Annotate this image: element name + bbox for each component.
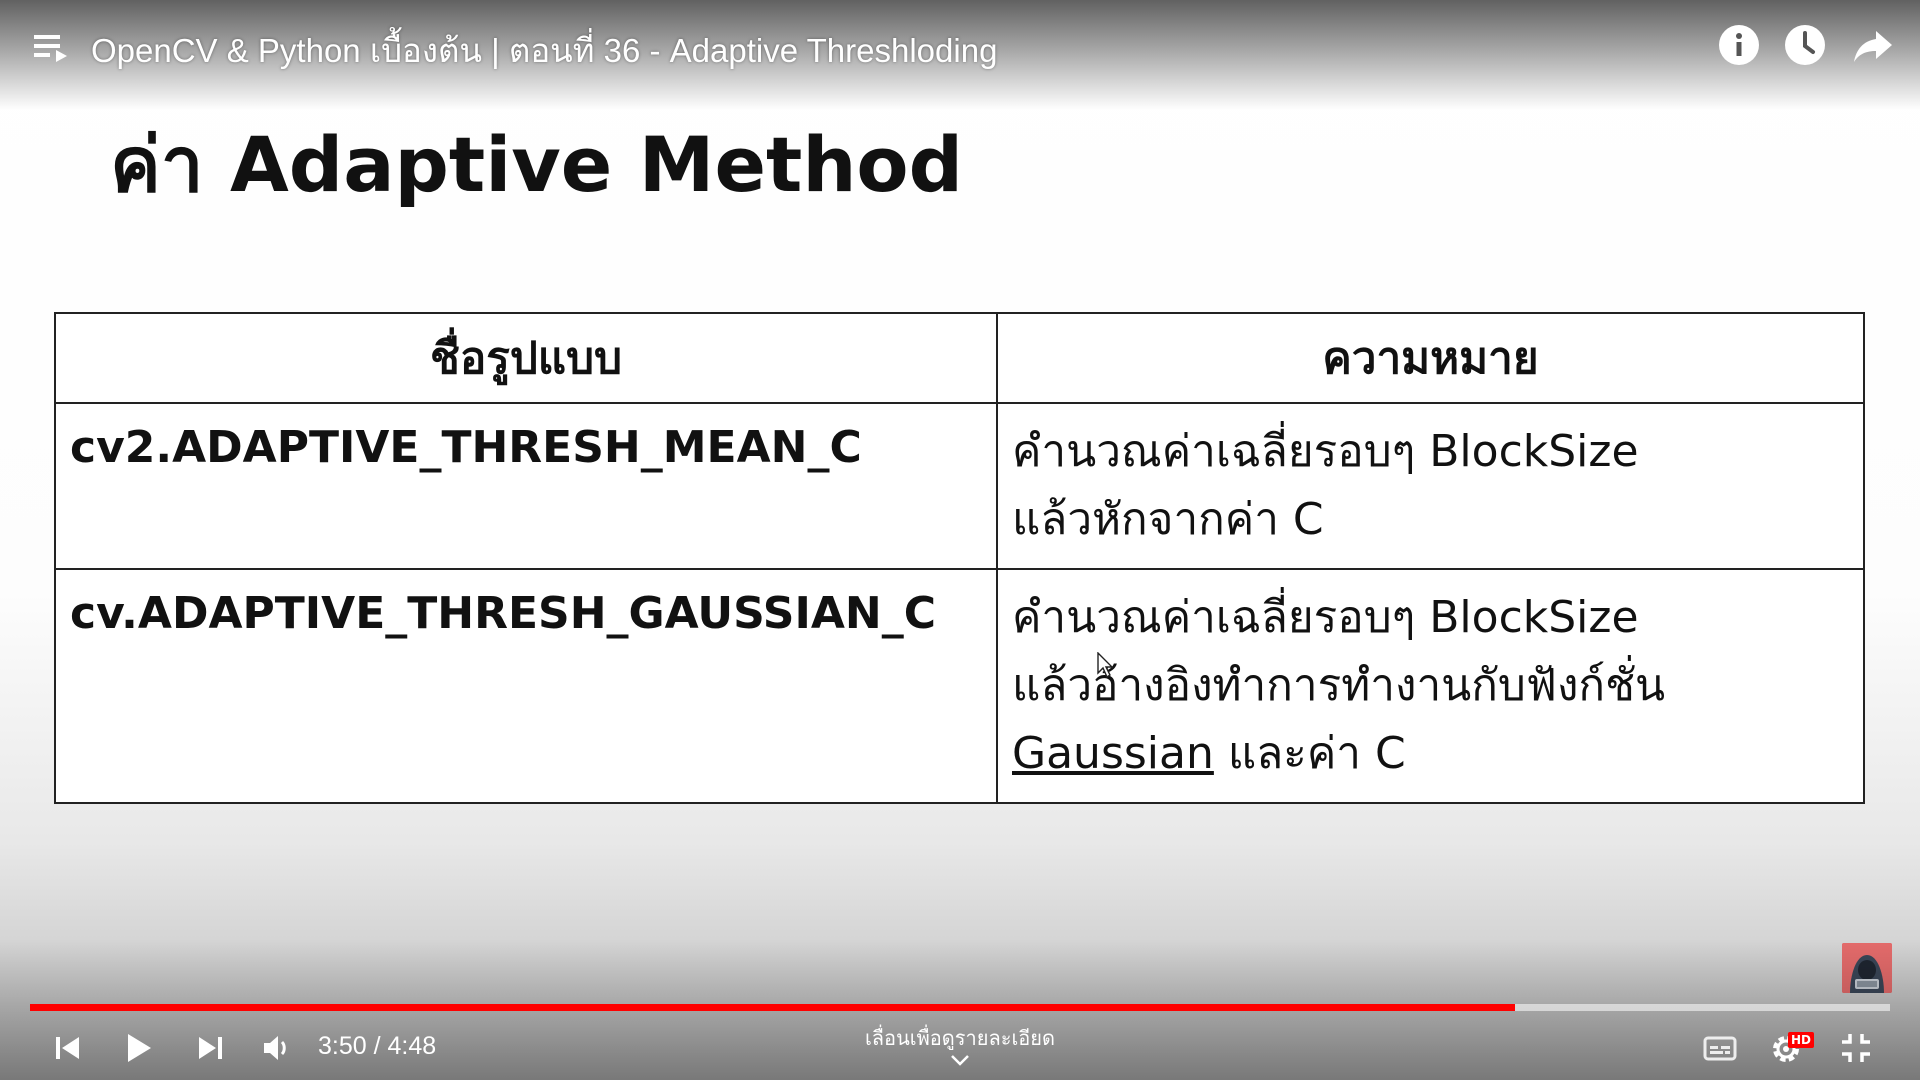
table-row: cv.ADAPTIVE_THRESH_GAUSSIAN_C คำนวณค่าเฉ… xyxy=(54,568,1865,804)
meaning-tail: และค่า C xyxy=(1213,728,1406,779)
progress-bar[interactable] xyxy=(30,1004,1890,1011)
method-meaning-cell: คำนวณค่าเฉลี่ยรอบๆ BlockSize แล้วอ้างอิง… xyxy=(996,568,1865,804)
next-icon[interactable] xyxy=(190,1028,230,1068)
meaning-line: Gaussian และค่า C xyxy=(1012,720,1849,788)
column-header-name: ชื่อรูปแบบ xyxy=(54,312,998,404)
video-player[interactable]: OpenCV & Python เบื้องต้น | ตอนที่ 36 - … xyxy=(0,0,1920,1080)
meaning-line: แล้วอ้างอิงทำการทำงานกับฟังก์ชั่น xyxy=(1012,660,1666,711)
playlist-icon[interactable] xyxy=(34,33,70,63)
column-header-meaning: ความหมาย xyxy=(996,312,1865,404)
mouse-cursor-icon xyxy=(1097,652,1114,678)
scroll-hint[interactable]: เลื่อนเพื่อดูรายละเอียด xyxy=(760,1022,1160,1054)
method-name-cell: cv2.ADAPTIVE_THRESH_MEAN_C xyxy=(54,402,998,570)
watch-later-icon[interactable] xyxy=(1782,22,1828,68)
play-icon[interactable] xyxy=(118,1028,158,1068)
hd-badge: HD xyxy=(1788,1032,1815,1048)
info-icon[interactable] xyxy=(1716,22,1762,68)
table-row: cv2.ADAPTIVE_THRESH_MEAN_C คำนวณค่าเฉลี่… xyxy=(54,402,1865,570)
progress-played xyxy=(30,1004,1516,1011)
share-icon[interactable] xyxy=(1850,22,1896,68)
time-display: 3:50 / 4:48 xyxy=(318,1032,437,1060)
slide-heading: ค่า Adaptive Method xyxy=(110,120,964,209)
chevron-down-icon[interactable] xyxy=(948,1052,972,1068)
exit-fullscreen-icon[interactable] xyxy=(1836,1028,1876,1068)
video-title[interactable]: OpenCV & Python เบื้องต้น | ตอนที่ 36 - … xyxy=(91,24,997,77)
table-header-row: ชื่อรูปแบบ ความหมาย xyxy=(54,312,1865,404)
meaning-line: คำนวณค่าเฉลี่ยรอบๆ BlockSize xyxy=(1012,592,1639,643)
volume-icon[interactable] xyxy=(256,1028,296,1068)
method-name-cell: cv.ADAPTIVE_THRESH_GAUSSIAN_C xyxy=(54,568,998,804)
previous-icon[interactable] xyxy=(48,1028,88,1068)
meaning-line: คำนวณค่าเฉลี่ยรอบๆ BlockSize xyxy=(1012,426,1639,477)
meaning-line: แล้วหักจากค่า C xyxy=(1012,494,1324,545)
underlined-term: Gaussian xyxy=(1012,728,1214,779)
adaptive-method-table: ชื่อรูปแบบ ความหมาย cv2.ADAPTIVE_THRESH_… xyxy=(54,312,1865,804)
captions-icon[interactable] xyxy=(1700,1028,1740,1068)
method-meaning-cell: คำนวณค่าเฉลี่ยรอบๆ BlockSize แล้วหักจากค… xyxy=(996,402,1865,570)
